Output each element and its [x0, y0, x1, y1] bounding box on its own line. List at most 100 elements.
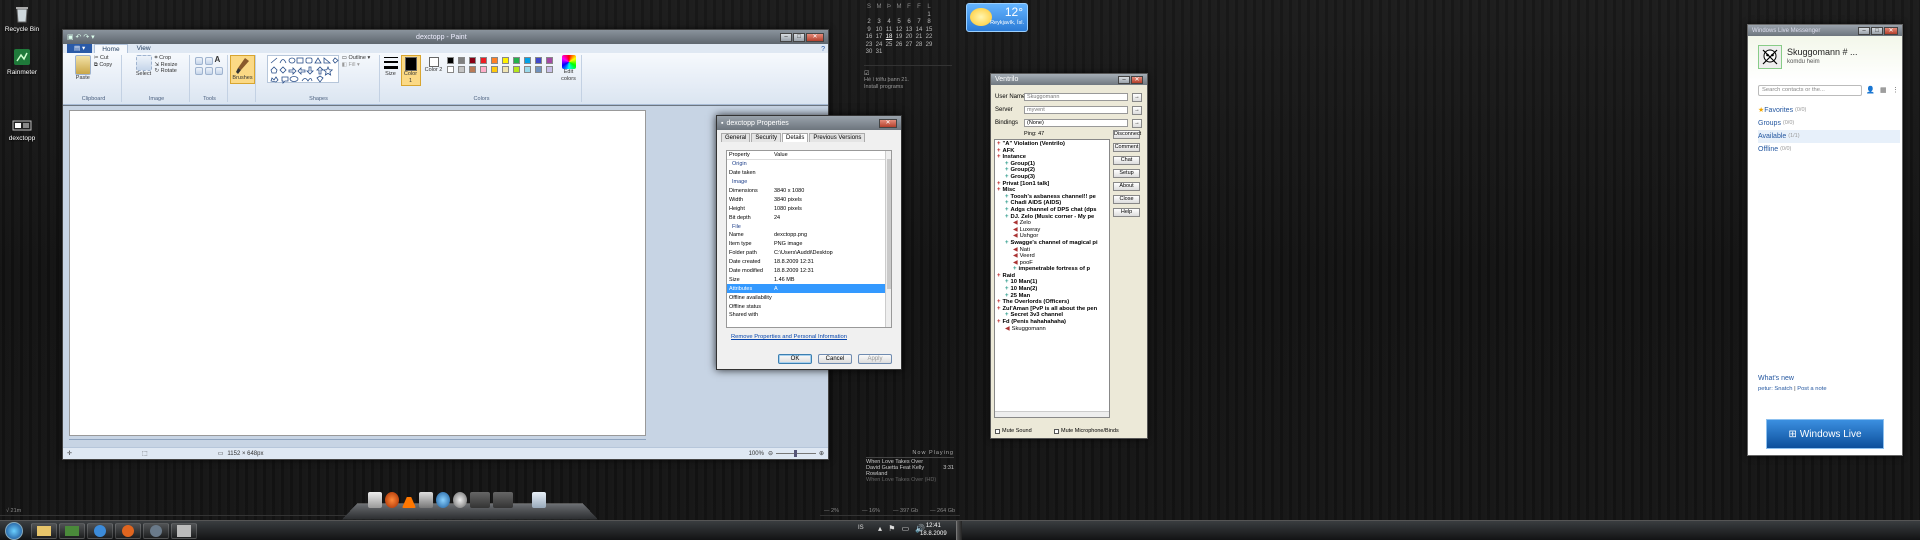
copy-button[interactable]: ⧉ Copy [94, 62, 112, 69]
palette-color-swatch[interactable] [534, 57, 542, 64]
palette-color-swatch[interactable] [534, 66, 542, 73]
setup-button[interactable]: Setup [1113, 169, 1140, 178]
contact-search-input[interactable]: Search contacts or the... [1758, 85, 1862, 96]
calendar-day[interactable]: 17 [874, 34, 884, 40]
channel-node[interactable]: + Privat [1on1 talk] [997, 181, 1107, 188]
firefox-icon[interactable] [385, 492, 399, 508]
post-note-link[interactable]: Post a note [1797, 386, 1826, 392]
layout-options-icon[interactable]: ▦ [1880, 86, 1887, 94]
rotate-button[interactable]: ↻ Rotate [155, 68, 178, 75]
calendar-day[interactable]: 26 [894, 42, 904, 48]
menu-icon[interactable]: ⋮ [1892, 86, 1899, 94]
disconnect-button[interactable]: Disconnect [1113, 130, 1141, 139]
taskbar-explorer[interactable] [31, 522, 57, 539]
channel-node[interactable]: + Fd (Penis hahahahaha) [997, 319, 1107, 326]
section-header[interactable]: Origin [727, 160, 891, 169]
calendar-day[interactable]: 29 [924, 42, 934, 48]
taskbar-network[interactable] [59, 522, 85, 539]
about-button[interactable]: About [1113, 182, 1140, 191]
color1-button[interactable]: Color 1 [400, 55, 421, 86]
table-row[interactable]: Size 1.46 MB [727, 275, 891, 284]
server-edit-button[interactable]: → [1132, 106, 1142, 115]
channel-node[interactable]: + Zul'Aman [PvP is all about the pen [997, 306, 1107, 313]
bindings-select[interactable]: (None) [1024, 119, 1128, 127]
taskbar-paint[interactable] [171, 522, 197, 539]
help-button[interactable]: Help [1113, 208, 1140, 217]
user-node[interactable]: ◀ Zelo [997, 220, 1107, 227]
table-row[interactable]: Name dexctopp.png [727, 231, 891, 240]
show-desktop-button[interactable] [956, 521, 962, 540]
table-row[interactable]: Item type PNG image [727, 240, 891, 249]
user-node[interactable]: ◀ Ushgor [997, 233, 1107, 240]
palette-color-swatch[interactable] [457, 57, 465, 64]
tab-security[interactable]: Security [751, 133, 782, 142]
tab-previous-versions[interactable]: Previous Versions [809, 133, 866, 142]
table-row[interactable]: Date created 18.8.2009 12:31 [727, 258, 891, 267]
group-favorites[interactable]: ★ Favorites (0/0) [1758, 104, 1900, 117]
channel-node[interactable]: + Raid [997, 273, 1107, 280]
calendar-day[interactable]: 6 [904, 19, 914, 25]
desktop-icon-dexctopp[interactable]: dexctopp [2, 119, 42, 142]
section-header[interactable]: File [727, 222, 891, 231]
zoom-slider[interactable] [775, 450, 816, 457]
folder-icon[interactable] [470, 492, 490, 508]
group-available[interactable]: Available (1/1) [1758, 130, 1900, 143]
close-button[interactable]: ✕ [806, 32, 824, 42]
tab-home[interactable]: Home [94, 44, 128, 53]
calendar-day[interactable]: 3 [874, 19, 884, 25]
paint-quick-access[interactable]: ▣ ↶ ↷ ▾ [67, 33, 95, 41]
language-indicator[interactable]: IS [858, 525, 864, 531]
close-button[interactable]: ✕ [1131, 75, 1143, 84]
channel-node[interactable]: + The Overlords (Officers) [997, 299, 1107, 306]
paint-titlebar[interactable]: ▣ ↶ ↷ ▾ dexctopp - Paint – □ ✕ [63, 30, 828, 44]
apply-button[interactable]: Apply [858, 354, 892, 364]
desktop-icon-recycle-bin[interactable]: Recycle Bin [2, 4, 42, 33]
mute-sound-checkbox[interactable]: Mute Sound [995, 428, 1032, 434]
palette-color-swatch[interactable] [446, 57, 454, 64]
channel-node[interactable]: +10 Man(2) [997, 286, 1107, 293]
ventrilo-titlebar[interactable]: Ventrilo – ✕ [991, 74, 1147, 85]
table-row[interactable]: Attributes A [727, 284, 891, 294]
folder-icon[interactable] [493, 492, 513, 508]
table-row[interactable]: Folder path C:\Users\Auddi\Desktop [727, 249, 891, 258]
user-edit-button[interactable]: → [1132, 93, 1142, 102]
windows-live-banner[interactable]: ⊞ Windows Live [1766, 419, 1884, 449]
paint-menu-button[interactable]: ▤ ▾ [67, 44, 93, 53]
user-node[interactable]: ◀ Veerd [997, 253, 1107, 260]
table-row[interactable]: Date taken [727, 169, 891, 178]
calendar-day[interactable]: 22 [924, 34, 934, 40]
table-row[interactable]: Height 1080 pixels [727, 204, 891, 213]
calendar-day[interactable]: 28 [914, 42, 924, 48]
channel-node[interactable]: + Adgs channel of DPS chat (dps [997, 207, 1107, 214]
minimize-button[interactable]: – [1858, 26, 1870, 35]
calendar-day[interactable]: 1 [924, 12, 934, 18]
table-row[interactable]: Bit depth 24 [727, 213, 891, 222]
group-groups[interactable]: Groups (0/0) [1758, 117, 1900, 130]
calendar-day[interactable]: 5 [894, 19, 904, 25]
clock[interactable]: 12:41 18.8.2009 [920, 522, 947, 538]
comment-button[interactable]: Comment [1113, 143, 1140, 152]
tab-details[interactable]: Details [782, 133, 809, 142]
calendar-day[interactable]: 20 [904, 34, 914, 40]
messenger-titlebar[interactable]: Windows Live Messenger – □ ✕ [1748, 25, 1902, 36]
size-button[interactable]: Size [383, 55, 398, 78]
calendar-day[interactable]: 25 [884, 42, 894, 48]
user-node[interactable]: ◀ pooF [997, 260, 1107, 267]
channel-node[interactable]: + Group(1) [997, 161, 1107, 168]
channel-node[interactable]: +10 Man(1) [997, 279, 1107, 286]
calendar-day[interactable]: 31 [874, 49, 884, 55]
desktop-icon-rainmeter[interactable]: Rainmeter [2, 47, 42, 76]
channel-node[interactable]: + Chadi AIDS (AIDS) [997, 200, 1107, 207]
table-row[interactable]: Shared with [727, 311, 891, 320]
channel-node[interactable]: + Swagge's channel of magical pi [997, 240, 1107, 247]
channel-node[interactable]: + Group(3) [997, 174, 1107, 181]
calendar-day[interactable]: 11 [884, 27, 894, 33]
channel-node[interactable]: + AFK [997, 148, 1107, 155]
group-offline[interactable]: Offline (0/0) [1758, 143, 1900, 156]
zoom-in-button[interactable]: ⊕ [819, 450, 824, 457]
channel-node[interactable]: + Instance [997, 154, 1107, 161]
select-button[interactable]: Select [135, 55, 152, 78]
display-name[interactable]: Skuggomann # ... [1787, 47, 1858, 57]
calendar-day[interactable]: 21 [914, 34, 924, 40]
color-picker-icon[interactable] [204, 67, 213, 75]
